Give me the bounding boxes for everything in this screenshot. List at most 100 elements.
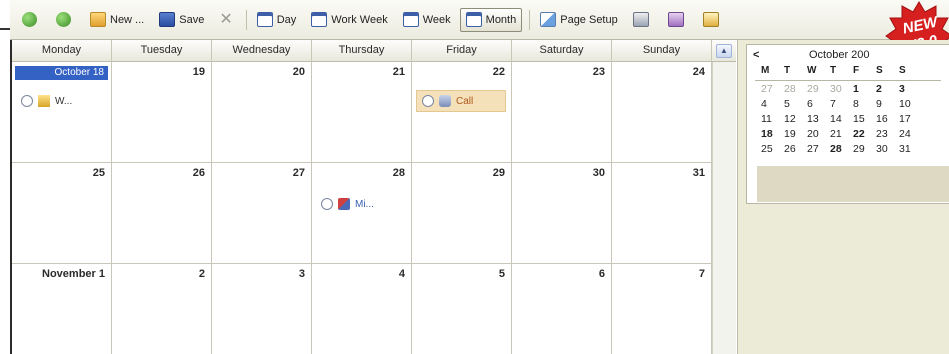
- date-number: 22: [492, 66, 505, 78]
- forward-button[interactable]: [50, 8, 81, 32]
- month-view-button[interactable]: Month: [459, 7, 523, 32]
- mini-day[interactable]: 31: [899, 143, 922, 158]
- previous-month-arrow-icon[interactable]: <: [753, 49, 765, 61]
- mini-day[interactable]: 23: [876, 128, 899, 143]
- day-cell[interactable]: 28 Mi...: [312, 163, 412, 263]
- week-label: Week: [422, 13, 451, 26]
- mini-day[interactable]: 29: [807, 83, 830, 98]
- mini-day[interactable]: 28: [784, 83, 807, 98]
- work-week-view-button[interactable]: Work Week: [305, 8, 393, 32]
- mini-day[interactable]: 16: [876, 113, 899, 128]
- mini-day[interactable]: 17: [899, 113, 922, 128]
- day-cell[interactable]: 5: [412, 264, 512, 354]
- day-cell[interactable]: 7: [612, 264, 712, 354]
- day-cell[interactable]: 6: [512, 264, 612, 354]
- mini-day[interactable]: 7: [830, 98, 853, 113]
- mini-calendar-header: < October 200: [747, 45, 949, 65]
- mini-calendar-week: 25 26 27 28 29 30 31: [747, 143, 949, 158]
- day-cell[interactable]: 26: [112, 163, 212, 263]
- date-number: 29: [492, 167, 505, 179]
- forward-arrow-icon: [56, 12, 71, 27]
- mini-day[interactable]: 25: [761, 143, 784, 158]
- day-cell[interactable]: 21: [312, 62, 412, 162]
- weekday-wednesday: Wednesday: [212, 40, 312, 62]
- mini-day[interactable]: 5: [784, 98, 807, 113]
- mini-calendar-week: 18 19 20 21 22 23 24: [747, 128, 949, 143]
- new-button[interactable]: New ...: [84, 8, 150, 32]
- mini-day[interactable]: 12: [784, 113, 807, 128]
- properties-button[interactable]: [697, 8, 729, 32]
- mini-day[interactable]: 19: [784, 128, 807, 143]
- mini-day[interactable]: 3: [899, 83, 922, 98]
- mini-calendar-title: October 200: [809, 49, 870, 61]
- mini-day[interactable]: 26: [784, 143, 807, 158]
- mini-day[interactable]: 6: [807, 98, 830, 113]
- back-button[interactable]: [16, 8, 47, 32]
- mini-day[interactable]: 8: [853, 98, 876, 113]
- appointment-text: Mi...: [355, 198, 374, 210]
- scroll-up-button[interactable]: ▲: [716, 44, 732, 58]
- mini-day[interactable]: 27: [761, 83, 784, 98]
- appointment-oct28[interactable]: Mi...: [316, 193, 379, 215]
- save-disk-icon: [159, 12, 176, 27]
- mini-day[interactable]: 28: [830, 143, 853, 158]
- mini-day[interactable]: 11: [761, 113, 784, 128]
- day-cell[interactable]: 19: [112, 62, 212, 162]
- day-cell[interactable]: 30: [512, 163, 612, 263]
- mini-day[interactable]: 10: [899, 98, 922, 113]
- clock-icon: [321, 198, 333, 210]
- day-cell[interactable]: 3: [212, 264, 312, 354]
- mini-day[interactable]: 9: [876, 98, 899, 113]
- day-view-button[interactable]: Day: [251, 8, 303, 32]
- day-cell[interactable]: 31: [612, 163, 712, 263]
- mini-day[interactable]: 30: [830, 83, 853, 98]
- scroll-up-area: ▲: [712, 40, 736, 62]
- mini-calendar-week: 4 5 6 7 8 9 10: [747, 98, 949, 113]
- vertical-scrollbar[interactable]: [712, 62, 736, 354]
- appointment-oct18[interactable]: W...: [16, 90, 77, 112]
- mini-day[interactable]: 20: [807, 128, 830, 143]
- page-setup-button[interactable]: Page Setup: [534, 8, 624, 32]
- week-view-button[interactable]: Week: [397, 8, 457, 32]
- weekday-tuesday: Tuesday: [112, 40, 212, 62]
- date-number: 3: [298, 268, 305, 280]
- appointment-call[interactable]: Call: [416, 90, 506, 112]
- mini-day[interactable]: 2: [876, 83, 899, 98]
- mini-day[interactable]: 13: [807, 113, 830, 128]
- mini-calendar: < October 200 M T W T F S S 27 28 29 30 …: [746, 44, 949, 204]
- day-cell[interactable]: 27: [212, 163, 312, 263]
- weekday-thursday: Thursday: [312, 40, 412, 62]
- mini-calendar-divider: [755, 80, 941, 81]
- date-number: 27: [292, 167, 305, 179]
- day-cell[interactable]: 2: [112, 264, 212, 354]
- new-label: New ...: [110, 13, 145, 26]
- mini-day[interactable]: 22: [853, 128, 876, 143]
- work-week-label: Work Week: [331, 13, 388, 26]
- day-cell[interactable]: 29: [412, 163, 512, 263]
- mini-day[interactable]: 24: [899, 128, 922, 143]
- back-arrow-icon: [22, 12, 37, 27]
- mini-day[interactable]: 21: [830, 128, 853, 143]
- day-cell[interactable]: 20: [212, 62, 312, 162]
- mini-day[interactable]: 29: [853, 143, 876, 158]
- day-cell[interactable]: 25: [12, 163, 112, 263]
- mini-day[interactable]: 14: [830, 113, 853, 128]
- mini-day[interactable]: 27: [807, 143, 830, 158]
- mini-day[interactable]: 4: [761, 98, 784, 113]
- mini-day-today[interactable]: 18: [761, 128, 784, 143]
- day-cell[interactable]: 22 Call: [412, 62, 512, 162]
- delete-button[interactable]: ✕: [213, 8, 238, 32]
- mini-day[interactable]: 1: [853, 83, 876, 98]
- day-cell[interactable]: October 18 W...: [12, 62, 112, 162]
- day-cell[interactable]: 23: [512, 62, 612, 162]
- print-button[interactable]: [627, 8, 659, 32]
- print-preview-button[interactable]: [662, 8, 694, 32]
- mini-day[interactable]: 15: [853, 113, 876, 128]
- weekday-letter: S: [876, 65, 883, 76]
- month-label: Month: [485, 13, 517, 26]
- day-cell[interactable]: 24: [612, 62, 712, 162]
- day-cell[interactable]: November 1: [12, 264, 112, 354]
- save-button[interactable]: Save: [153, 8, 210, 32]
- mini-day[interactable]: 30: [876, 143, 899, 158]
- day-cell[interactable]: 4: [312, 264, 412, 354]
